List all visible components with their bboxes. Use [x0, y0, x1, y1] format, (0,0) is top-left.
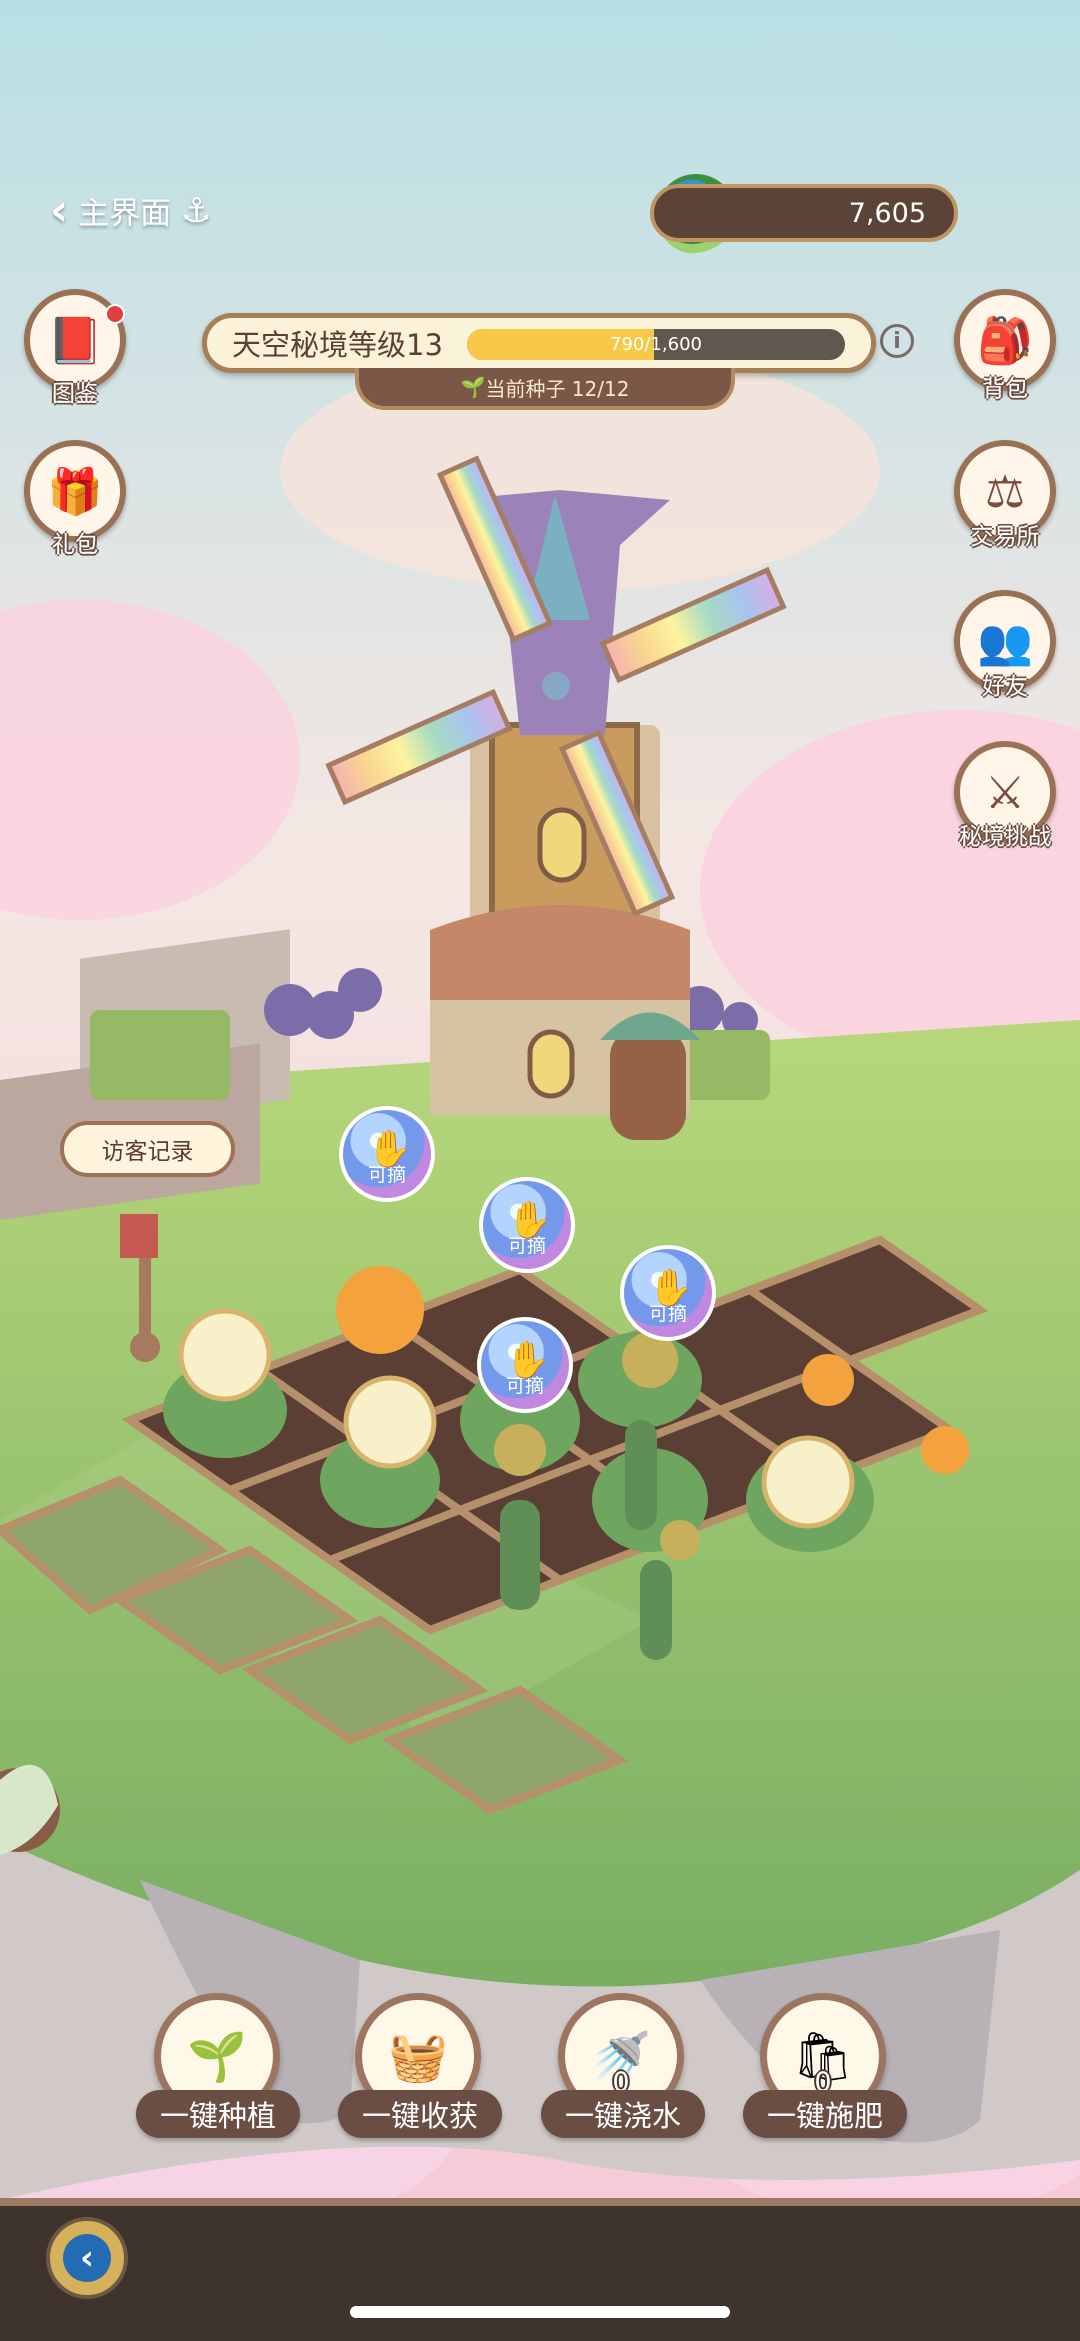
- level-progress-text: 790/1,600: [610, 334, 702, 355]
- fertilize-all-label: 一键施肥: [743, 2090, 907, 2138]
- water-all-label: 一键浇水: [541, 2090, 705, 2138]
- book-icon: 📕: [46, 313, 104, 367]
- hand-pick-icon: ✋: [648, 1268, 693, 1309]
- left-button-label: 图鉴: [52, 381, 98, 407]
- chevron-left-icon: ‹: [50, 184, 69, 236]
- gift-icon: 🎁: [46, 464, 104, 518]
- harvest-bubble[interactable]: ✋ 可摘: [620, 1245, 716, 1341]
- right-button-label: 秘境挑战: [959, 824, 1051, 850]
- scale-icon: ⚖: [984, 464, 1026, 518]
- bag-icon: 🎒: [976, 313, 1034, 367]
- sprout-icon: 🌱: [460, 375, 486, 399]
- hand-pick-icon: ✋: [507, 1200, 552, 1241]
- right-button-label: 好友: [982, 674, 1028, 700]
- notification-badge: [105, 304, 125, 324]
- right-button-label: 背包: [982, 376, 1028, 402]
- right-button-label: 交易所: [970, 524, 1040, 550]
- back-label: 主界面: [78, 196, 172, 232]
- plant-all-label: 一键种植: [136, 2090, 300, 2138]
- seedling-icon: 🌱: [187, 2028, 247, 2085]
- bottom-bar: [0, 2198, 1080, 2341]
- main-menu-back-button[interactable]: ‹ 主界面 ⚓: [50, 188, 212, 233]
- harvest-bubble[interactable]: ✋ 可摘: [479, 1177, 575, 1273]
- hand-pick-icon: ✋: [505, 1340, 550, 1381]
- visitor-record-button[interactable]: 访客记录: [60, 1121, 235, 1177]
- home-indicator[interactable]: [350, 2306, 730, 2318]
- level-title: 天空秘境等级13: [232, 328, 443, 362]
- chevron-left-icon: ‹: [63, 2234, 111, 2282]
- swords-icon: ⚔: [984, 765, 1026, 819]
- currency-value: 7,605: [848, 197, 926, 229]
- harvest-bubble[interactable]: ✋ 可摘: [477, 1317, 573, 1413]
- bottom-back-button[interactable]: ‹: [46, 2217, 128, 2299]
- currency-display: 7,605: [650, 184, 958, 242]
- current-seeds-plaque: 🌱 当前种子 12/12: [355, 368, 735, 410]
- anchor-icon: ⚓: [181, 190, 212, 231]
- current-seeds-text: 当前种子 12/12: [485, 376, 630, 401]
- hand-pick-icon: ✋: [367, 1129, 412, 1170]
- harvest-bubble[interactable]: ✋ 可摘: [339, 1106, 435, 1202]
- left-button-label: 礼包: [52, 532, 98, 558]
- visitor-record-label: 访客记录: [101, 1139, 194, 1165]
- basket-icon: 🧺: [388, 2028, 448, 2085]
- info-icon[interactable]: i: [880, 324, 914, 358]
- harvest-all-label: 一键收获: [338, 2090, 502, 2138]
- friends-icon: 👥: [976, 614, 1034, 668]
